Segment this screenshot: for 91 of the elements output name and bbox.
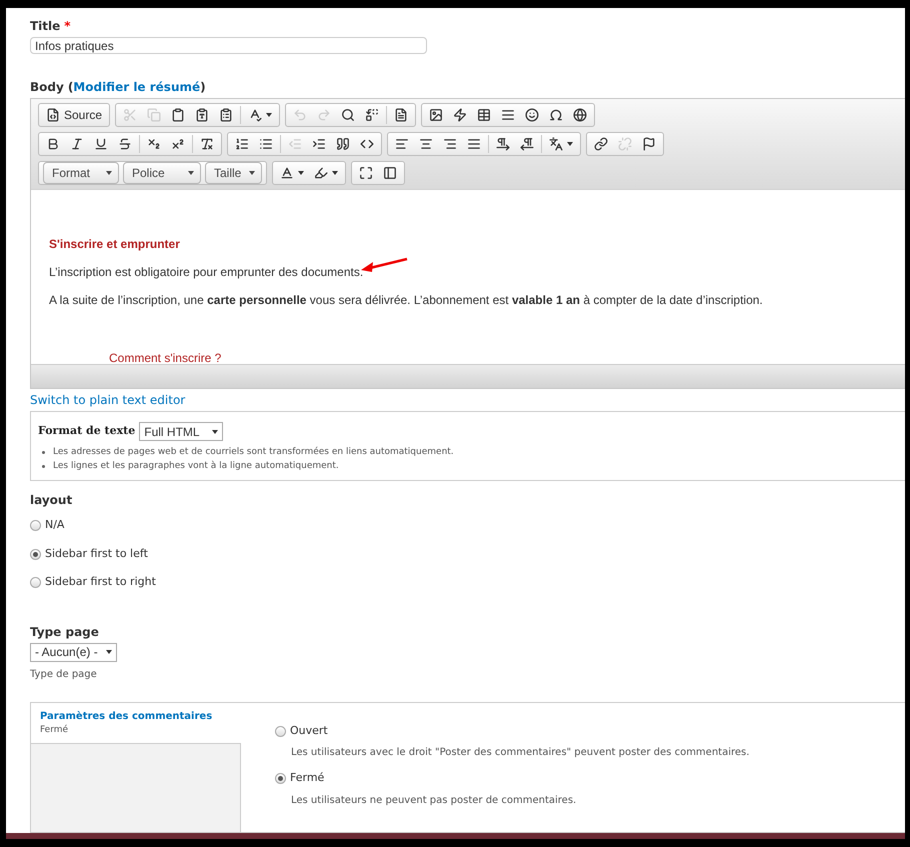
radio-button[interactable]	[30, 548, 41, 560]
vertical-tab[interactable]: Paramètres des commentaires Fermé	[31, 702, 241, 744]
undo-icon	[293, 108, 308, 122]
parenthesis: (	[68, 79, 74, 96]
text-color-icon	[280, 166, 294, 180]
caret-icon	[188, 171, 194, 176]
bold-icon	[46, 137, 60, 152]
radio-label: Sidebar first to right	[45, 574, 156, 590]
replace-icon	[365, 108, 380, 122]
spellcheck-icon	[248, 108, 262, 122]
section-label: Type page	[30, 624, 100, 641]
lightning-icon	[453, 108, 468, 122]
field-label: Title	[30, 18, 60, 35]
table-icon	[477, 108, 492, 122]
smiley-icon	[525, 108, 540, 122]
format-select[interactable]: Full HTML	[139, 422, 223, 442]
globe-icon	[573, 108, 588, 122]
quote-icon	[336, 137, 350, 152]
bullet-list-icon	[259, 137, 273, 152]
strikethrough-icon	[118, 137, 132, 152]
bullet-icon	[42, 451, 45, 454]
clipboard-list-icon	[219, 108, 234, 122]
radio-button[interactable]	[30, 520, 41, 532]
radio-label: Fermé	[290, 770, 324, 786]
format-tip: Les lignes et les paragraphes vont à la ligne automatiquement.	[53, 460, 339, 474]
superscript-icon	[171, 137, 185, 152]
caret-icon	[106, 650, 112, 654]
parenthesis: )	[200, 79, 206, 96]
tab-title: Paramètres des commentaires	[40, 710, 214, 724]
search-icon	[341, 108, 356, 122]
pilcrow-right-icon	[496, 137, 510, 152]
radio-label: Ouvert	[290, 722, 328, 739]
document-icon	[394, 108, 408, 122]
radio-button[interactable]	[30, 577, 41, 588]
link-icon	[594, 137, 608, 152]
highlighter-icon	[314, 166, 328, 180]
language-icon	[549, 137, 563, 152]
cut-icon	[123, 108, 138, 122]
image-icon	[429, 108, 444, 122]
copy-icon	[147, 108, 162, 122]
toolbar-dropdown[interactable]: Taille	[205, 162, 262, 184]
switch-editor-link[interactable]: Switch to plain text editor	[30, 391, 905, 410]
section-label: layout	[30, 492, 74, 510]
field-description: Type de page	[30, 668, 98, 682]
caret-icon	[106, 171, 112, 176]
maximize-icon	[359, 166, 374, 180]
summary-link[interactable]: Modifier le résumé	[73, 78, 200, 96]
lines-icon	[501, 108, 516, 122]
toolbar-dropdown[interactable]: Police	[123, 162, 201, 184]
required-mark: *	[64, 18, 71, 35]
radio-label: Sidebar first to left	[45, 546, 148, 562]
clipboard-text-icon	[195, 108, 210, 122]
caret-icon	[212, 430, 218, 434]
caret-icon	[249, 171, 256, 176]
clipboard-icon	[171, 108, 186, 122]
type-select[interactable]: - Aucun(e) -	[30, 642, 117, 662]
align-right-icon	[443, 137, 457, 152]
align-center-icon	[419, 137, 433, 152]
redo-icon	[317, 108, 332, 122]
content-paragraph: L’inscription est obligatoire pour emprunter des documents.	[49, 264, 364, 280]
content-heading: S'inscrire et emprunter	[49, 236, 180, 252]
unlink-icon	[618, 137, 632, 152]
subscript-icon	[147, 137, 161, 152]
option-description: Les utilisateurs avec le droit "Poster des commentaires" peuvent poster des commentaires.	[291, 746, 750, 760]
radio-button[interactable]	[275, 726, 286, 737]
pilcrow-left-icon	[520, 137, 534, 152]
italic-icon	[70, 137, 84, 152]
title-input[interactable]: Infos pratiques	[30, 37, 427, 54]
content-link[interactable]: Comment s'inscrire ?	[109, 350, 222, 366]
source-icon	[46, 108, 60, 122]
field-label: Body	[30, 79, 64, 96]
format-label: Format de texte	[38, 423, 136, 440]
radio-button[interactable]	[275, 773, 286, 784]
outdent-icon	[288, 137, 302, 152]
source-button[interactable]: Source	[41, 104, 108, 126]
option-description: Les utilisateurs ne peuvent pas poster de commentaires.	[291, 794, 578, 808]
numbered-list-icon	[235, 137, 249, 152]
underline-icon	[94, 137, 108, 152]
remove-format-icon	[200, 137, 214, 152]
align-left-icon	[395, 137, 409, 152]
justify-icon	[467, 137, 481, 152]
tab-summary: Fermé	[40, 724, 70, 737]
omega-icon	[549, 108, 564, 122]
bullet-icon	[42, 465, 45, 468]
format-tip: Les adresses de pages web et de courriels sont transformées en liens automatiquement.	[53, 446, 454, 460]
toolbar-dropdown[interactable]: Format	[43, 162, 119, 184]
indent-icon	[312, 137, 326, 152]
radio-label: N/A	[45, 517, 64, 534]
flag-icon	[642, 137, 656, 152]
blocks-icon	[383, 166, 398, 180]
content-paragraph: A la suite de l’inscription, une carte personnelle vous sera délivrée. L’abonnement est valable 1 an à compter de la date d’inscription.	[49, 292, 763, 308]
